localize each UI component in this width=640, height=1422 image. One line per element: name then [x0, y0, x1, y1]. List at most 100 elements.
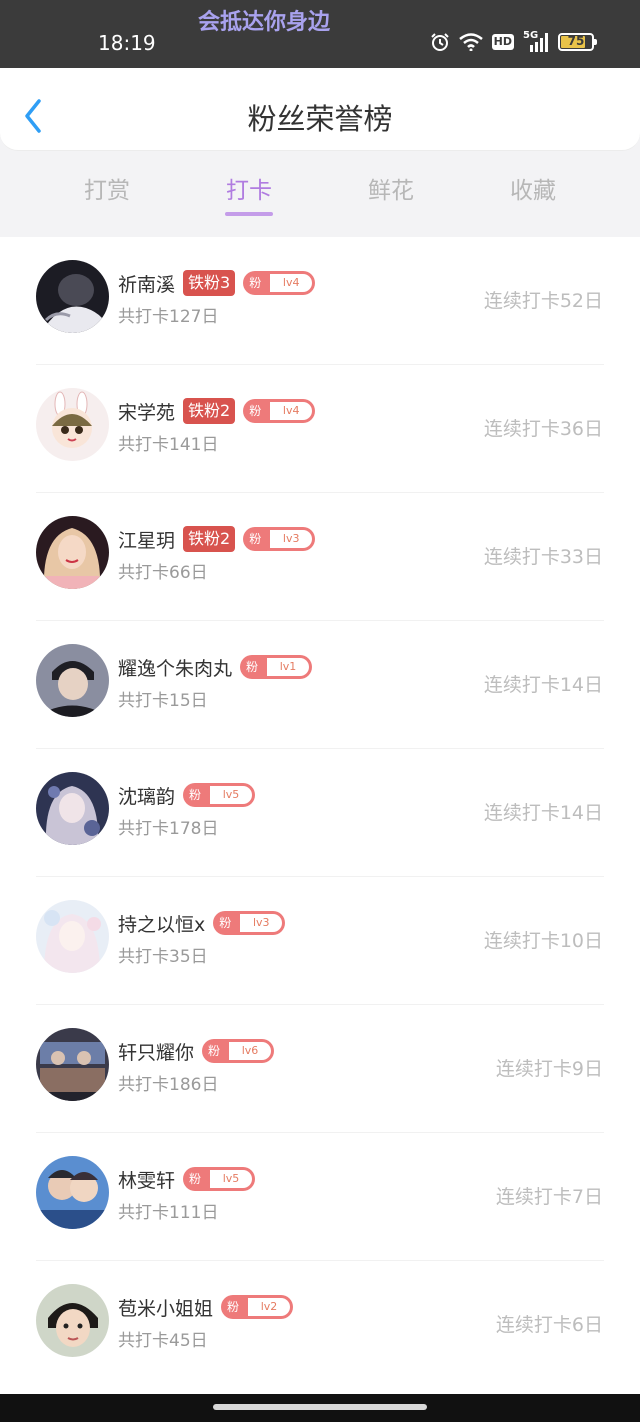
tab-reward[interactable]: 打赏	[57, 171, 157, 205]
wifi-icon	[458, 33, 483, 51]
streak-days: 连续打卡10日	[483, 930, 603, 952]
avatar	[36, 1028, 109, 1101]
fan-level-badge: 粉 lv5	[183, 1167, 256, 1191]
battery-icon: 75	[558, 33, 597, 51]
cellular-signal-icon: 5G	[523, 30, 549, 52]
fan-level-badge: 粉 lv3	[213, 911, 286, 935]
list-item[interactable]: 耀逸个朱肉丸 粉 lv1 共打卡15日 连续打卡14日	[0, 621, 640, 749]
overlay-song-title: 会抵达你身边	[198, 10, 331, 35]
fan-level-badge: 粉 lv3	[243, 527, 316, 551]
streak-days: 连续打卡9日	[495, 1058, 603, 1080]
total-checkins: 共打卡111日	[118, 1203, 219, 1223]
name-line: 宋学苑 铁粉2 粉 lv4	[118, 398, 316, 424]
avatar	[36, 388, 109, 461]
fan-level-badge: 粉 lv4	[243, 399, 316, 423]
user-name: 沈璃韵	[118, 785, 176, 808]
fan-badge-label: 粉	[246, 660, 259, 674]
avatar	[36, 900, 109, 973]
tab-flowers[interactable]: 鲜花	[341, 171, 441, 205]
total-checkins: 共打卡141日	[118, 435, 219, 455]
hd-voice-icon: HD	[491, 34, 514, 50]
tab-bar: 打赏 打卡 鲜花 收藏	[0, 151, 640, 237]
total-checkins: 共打卡178日	[118, 819, 219, 839]
status-icons: HD 5G 75	[430, 30, 597, 52]
navigation-bar	[0, 1394, 640, 1422]
total-checkins: 共打卡66日	[118, 563, 208, 583]
list-item[interactable]: 苞米小姐姐 粉 lv2 共打卡45日 连续打卡6日	[0, 1261, 640, 1389]
fan-badge-label: 粉	[249, 404, 262, 418]
fan-level: lv3	[270, 530, 313, 548]
name-line: 耀逸个朱肉丸 粉 lv1	[118, 654, 313, 680]
app-header: 粉丝荣誉榜	[0, 68, 640, 151]
total-checkins: 共打卡15日	[118, 691, 208, 711]
streak-days: 连续打卡52日	[483, 290, 603, 312]
fan-level: lv4	[270, 402, 313, 420]
user-name: 苞米小姐姐	[118, 1297, 214, 1320]
active-tab-indicator	[225, 212, 273, 216]
iron-fan-badge: 铁粉3	[183, 270, 236, 296]
status-bar: 18:19 会抵达你身边 HD 5G 75	[0, 0, 640, 68]
avatar	[36, 1284, 109, 1357]
home-gesture-handle[interactable]	[213, 1404, 427, 1410]
name-line: 苞米小姐姐 粉 lv2	[118, 1294, 294, 1320]
fan-level: lv2	[248, 1298, 291, 1316]
user-name: 林雯轩	[118, 1169, 176, 1192]
streak-days: 连续打卡14日	[483, 802, 603, 824]
fan-badge-label: 粉	[249, 532, 262, 546]
streak-days: 连续打卡6日	[495, 1314, 603, 1336]
streak-days: 连续打卡14日	[483, 674, 603, 696]
user-name: 轩只耀你	[118, 1041, 195, 1064]
user-name: 耀逸个朱肉丸	[118, 657, 233, 680]
fan-level: lv6	[229, 1042, 272, 1060]
user-name: 持之以恒x	[118, 913, 206, 936]
list-item[interactable]: 宋学苑 铁粉2 粉 lv4 共打卡141日 连续打卡36日	[0, 365, 640, 493]
list-item[interactable]: 轩只耀你 粉 lv6 共打卡186日 连续打卡9日	[0, 1005, 640, 1133]
fan-level-badge: 粉 lv2	[221, 1295, 294, 1319]
name-line: 沈璃韵 粉 lv5	[118, 782, 256, 808]
tab-favorites[interactable]: 收藏	[483, 171, 583, 205]
battery-level: 75	[567, 34, 585, 48]
fan-badge-label: 粉	[249, 276, 262, 290]
total-checkins: 共打卡186日	[118, 1075, 219, 1095]
name-line: 林雯轩 粉 lv5	[118, 1166, 256, 1192]
fan-level-badge: 粉 lv1	[240, 655, 313, 679]
fan-level-badge: 粉 lv6	[202, 1039, 275, 1063]
name-line: 祈南溪 铁粉3 粉 lv4	[118, 270, 316, 296]
total-checkins: 共打卡35日	[118, 947, 208, 967]
fan-level: lv3	[240, 914, 283, 932]
list-item[interactable]: 沈璃韵 粉 lv5 共打卡178日 连续打卡14日	[0, 749, 640, 877]
avatar	[36, 1156, 109, 1229]
user-name: 祈南溪	[118, 273, 176, 296]
fan-leaderboard-list: 祈南溪 铁粉3 粉 lv4 共打卡127日 连续打卡52日 宋学苑 铁粉2 粉 …	[0, 237, 640, 1394]
user-name: 宋学苑	[118, 401, 176, 424]
fan-level: lv5	[210, 786, 253, 804]
streak-days: 连续打卡33日	[483, 546, 603, 568]
list-item[interactable]: 林雯轩 粉 lv5 共打卡111日 连续打卡7日	[0, 1133, 640, 1261]
streak-days: 连续打卡7日	[495, 1186, 603, 1208]
streak-days: 连续打卡36日	[483, 418, 603, 440]
fan-badge-label: 粉	[189, 788, 202, 802]
total-checkins: 共打卡127日	[118, 307, 219, 327]
fan-level: lv4	[270, 274, 313, 292]
user-name: 江星玥	[118, 529, 176, 552]
fan-badge-label: 粉	[189, 1172, 202, 1186]
list-item[interactable]: 祈南溪 铁粉3 粉 lv4 共打卡127日 连续打卡52日	[0, 237, 640, 365]
iron-fan-badge: 铁粉2	[183, 526, 236, 552]
status-time: 18:19	[98, 31, 156, 55]
fan-badge-label: 粉	[219, 916, 232, 930]
fan-badge-label: 粉	[208, 1044, 221, 1058]
list-item[interactable]: 江星玥 铁粉2 粉 lv3 共打卡66日 连续打卡33日	[0, 493, 640, 621]
iron-fan-badge: 铁粉2	[183, 398, 236, 424]
alarm-icon	[430, 32, 450, 52]
fan-level: lv1	[267, 658, 310, 676]
fan-level: lv5	[210, 1170, 253, 1188]
tab-checkin[interactable]: 打卡	[199, 171, 299, 205]
list-item[interactable]: 持之以恒x 粉 lv3 共打卡35日 连续打卡10日	[0, 877, 640, 1005]
fan-level-badge: 粉 lv5	[183, 783, 256, 807]
fan-level-badge: 粉 lv4	[243, 271, 316, 295]
name-line: 江星玥 铁粉2 粉 lv3	[118, 526, 316, 552]
avatar	[36, 772, 109, 845]
total-checkins: 共打卡45日	[118, 1331, 208, 1351]
avatar	[36, 516, 109, 589]
fan-badge-label: 粉	[227, 1300, 240, 1314]
